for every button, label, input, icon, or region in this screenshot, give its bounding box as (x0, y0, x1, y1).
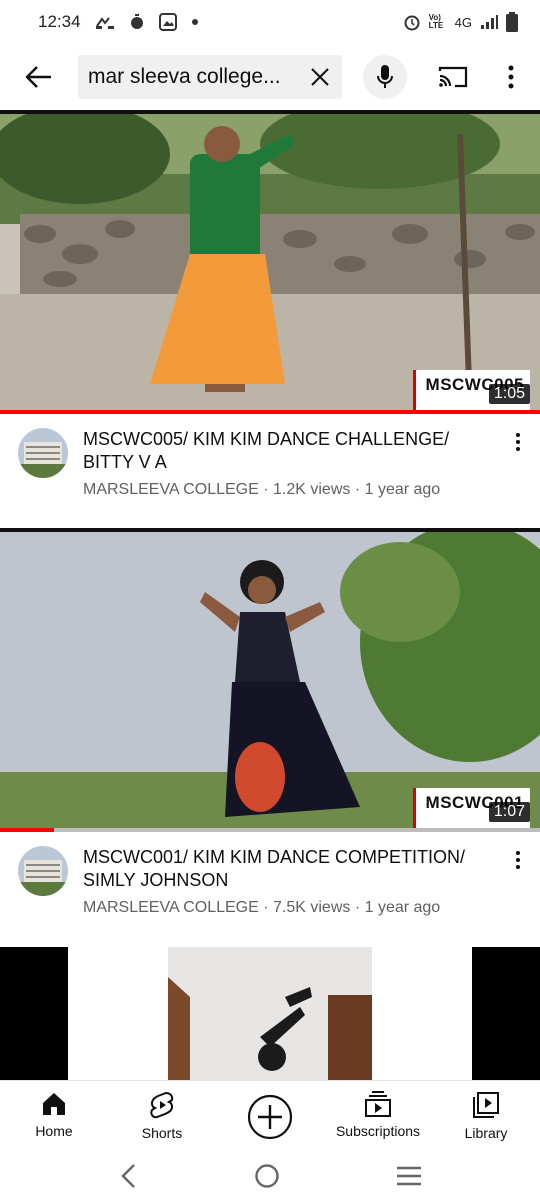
system-navigation-bar (0, 1152, 540, 1204)
library-icon (473, 1092, 499, 1118)
cast-icon (438, 66, 468, 88)
nav-shorts[interactable]: Shorts (108, 1081, 216, 1152)
upload-age: 1 year ago (364, 481, 441, 498)
view-count: 1.2K views (273, 481, 351, 498)
nav-shorts-label: Shorts (141, 1125, 183, 1141)
video-thumbnail[interactable]: MSCWC005 1:05 (0, 114, 540, 410)
video-meta: MSCWC001/ KIM KIM DANCE COMPETITION/ SIM… (0, 832, 540, 932)
search-input[interactable]: mar sleeva college... (78, 55, 342, 99)
video-thumbnail[interactable] (0, 947, 540, 1080)
channel-avatar[interactable] (18, 846, 68, 896)
video-meta: MSCWC005/ KIM KIM DANCE CHALLENGE/ BITTY… (0, 414, 540, 514)
notification-dot-icon (191, 18, 199, 26)
signal-icon (480, 14, 498, 30)
alarm-icon (403, 13, 421, 31)
nav-home-label: Home (35, 1123, 73, 1139)
video-thumbnail[interactable]: MSCWC001 1:07 (0, 532, 540, 828)
video-subline: MARSLEEVA COLLEGE · 7.5K views · 1 year … (83, 899, 440, 917)
video-title[interactable]: MSCWC001/ KIM KIM DANCE COMPETITION/ SIM… (83, 846, 483, 892)
system-recents-button[interactable] (396, 1166, 422, 1191)
search-query: mar sleeva college... (88, 65, 281, 88)
channel-name[interactable]: MARSLEEVA COLLEGE (83, 481, 259, 498)
volte-label: Vo) LTE (428, 13, 444, 30)
gallery-icon (158, 13, 177, 31)
upload-age: 1 year ago (364, 899, 441, 916)
bottom-navigation: Home Shorts Subscriptions Library (0, 1080, 540, 1152)
video-action-menu-button[interactable] (504, 846, 532, 874)
video-title[interactable]: MSCWC005/ KIM KIM DANCE CHALLENGE/ BITTY… (83, 428, 483, 474)
status-bar: 12:34 Vo) LTE 4G (0, 0, 540, 44)
close-icon (311, 68, 329, 86)
add-icon (247, 1094, 293, 1139)
clear-search-button[interactable] (298, 55, 342, 99)
create-button[interactable] (216, 1081, 324, 1152)
home-icon (43, 1093, 65, 1115)
video-action-menu-button[interactable] (504, 428, 532, 456)
nav-library-label: Library (464, 1125, 508, 1141)
system-home-button[interactable] (254, 1163, 280, 1194)
microphone-icon (377, 65, 393, 88)
meta-separator: · (350, 481, 365, 498)
duration-badge: 1:05 (488, 384, 530, 404)
more-vertical-icon (516, 433, 520, 451)
duration-badge: 1:07 (488, 802, 530, 822)
timer-icon (129, 14, 145, 30)
search-results-feed[interactable]: MSCWC005 1:05 MSCWC005/ KIM KIM DANCE CH… (0, 110, 540, 1080)
dance-thumbnail-image (0, 114, 540, 410)
missed-call-icon (95, 14, 115, 30)
voice-search-button[interactable] (363, 55, 407, 99)
status-time: 12:34 (38, 12, 81, 31)
more-vertical-icon (508, 65, 514, 89)
battery-icon (506, 12, 518, 32)
nav-library[interactable]: Library (432, 1081, 540, 1152)
meta-separator: · (258, 481, 273, 498)
home-circle-icon (255, 1163, 279, 1188)
chevron-left-icon (121, 1163, 135, 1188)
top-app-bar: mar sleeva college... (0, 44, 540, 110)
meta-separator: · (258, 899, 273, 916)
network-type: 4G (454, 14, 472, 30)
shorts-icon (150, 1091, 174, 1119)
dance-thumbnail-image (0, 532, 540, 828)
recents-icon (397, 1166, 421, 1185)
subscriptions-icon (365, 1091, 391, 1117)
channel-name[interactable]: MARSLEEVA COLLEGE (83, 899, 259, 916)
view-count: 7.5K views (273, 899, 351, 916)
channel-avatar[interactable] (18, 428, 68, 478)
back-button[interactable] (0, 44, 78, 110)
nav-home[interactable]: Home (0, 1081, 108, 1152)
nav-subscriptions-label: Subscriptions (335, 1123, 421, 1139)
dance-thumbnail-image (0, 947, 540, 1080)
back-arrow-icon (25, 66, 51, 88)
more-options-button[interactable] (489, 52, 533, 102)
more-vertical-icon (516, 851, 520, 869)
system-back-button[interactable] (118, 1163, 138, 1194)
nav-subscriptions[interactable]: Subscriptions (324, 1081, 432, 1152)
cast-button[interactable] (428, 52, 478, 102)
video-result-card[interactable] (0, 947, 540, 1080)
meta-separator: · (350, 899, 365, 916)
video-subline: MARSLEEVA COLLEGE · 1.2K views · 1 year … (83, 481, 440, 499)
